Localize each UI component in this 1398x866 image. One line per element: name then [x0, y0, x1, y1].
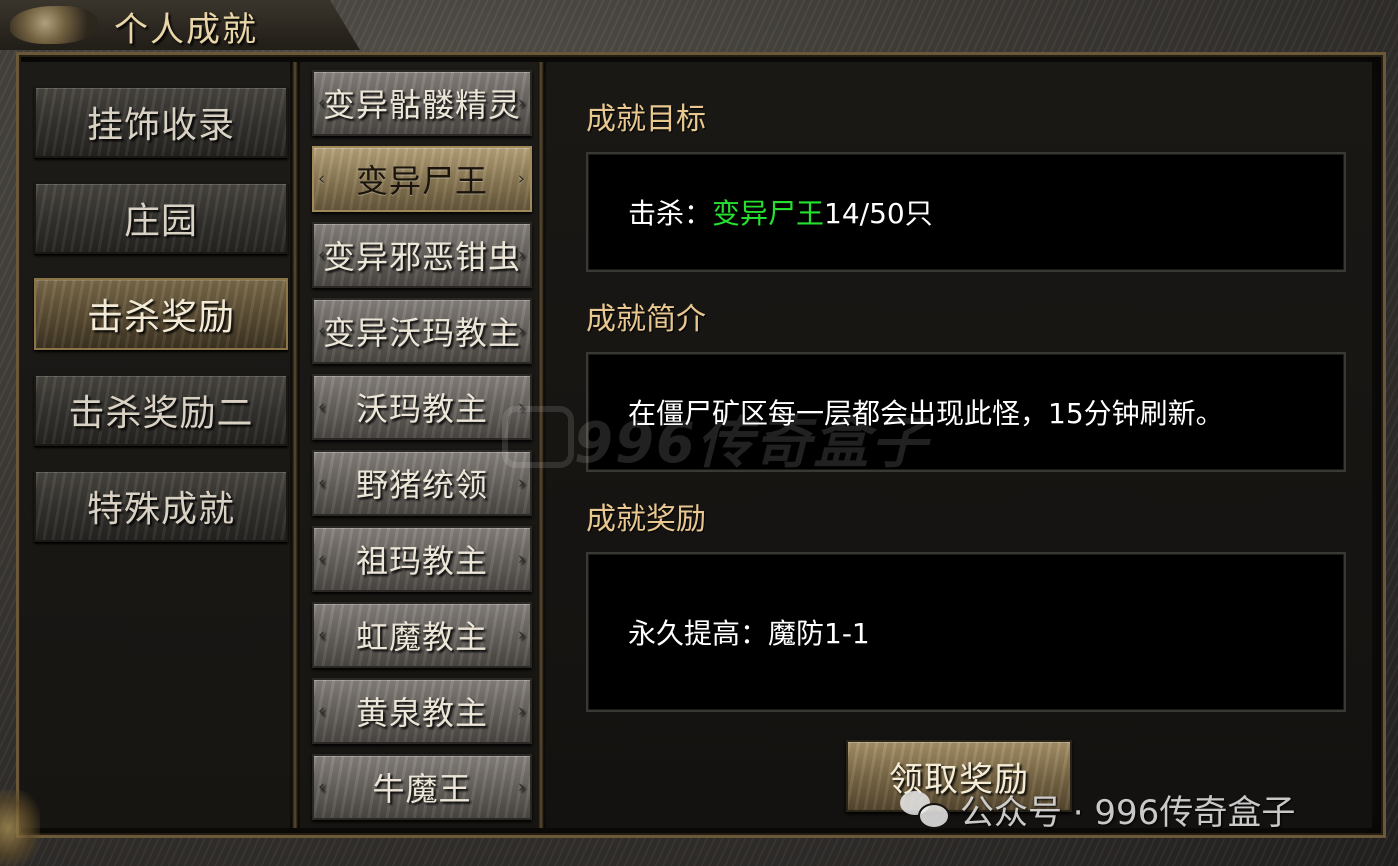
reward-text: 永久提高：魔防1-1 [628, 617, 870, 650]
corner-ornament-icon [0, 790, 40, 866]
reward-box: 永久提高：魔防1-1 [586, 552, 1346, 712]
chevron-right-icon: › [517, 320, 526, 342]
subitem-label: 虹魔教主 [355, 618, 488, 656]
chevron-left-icon: ‹ [318, 472, 327, 494]
chevron-right-icon: › [517, 168, 526, 190]
subitem-button[interactable]: ‹ 黄泉教主 › [312, 678, 532, 744]
chevron-right-icon: › [517, 700, 526, 722]
watermark-bottom-text: 公众号 · 996传奇盒子 [960, 792, 1296, 833]
dragon-emblem-icon [10, 6, 98, 44]
chevron-left-icon: ‹ [318, 92, 327, 114]
category-ornament-collection[interactable]: 挂饰收录 [34, 86, 288, 158]
subitem-button[interactable]: ‹ 沃玛教主 › [312, 374, 532, 440]
subitem-label: 变异沃玛教主 [322, 314, 521, 352]
wechat-icon [900, 789, 950, 829]
chevron-right-icon: › [517, 548, 526, 570]
category-kill-reward-two[interactable]: 击杀奖励二 [34, 374, 288, 446]
watermark-center: 996传奇盒子 [574, 411, 929, 476]
window-title: 个人成就 [114, 10, 258, 50]
watermark-bottom: 公众号 · 996传奇盒子 [900, 786, 1296, 833]
chevron-right-icon: › [517, 244, 526, 266]
subitem-label: 变异邪恶钳虫 [322, 238, 521, 276]
category-kill-reward[interactable]: 击杀奖励 [34, 278, 288, 350]
goal-section-title: 成就目标 [586, 102, 706, 137]
subitem-label: 黄泉教主 [355, 694, 488, 732]
subitem-button[interactable]: ‹ 变异沃玛教主 › [312, 298, 532, 364]
subitem-button[interactable]: ‹ 虹魔教主 › [312, 602, 532, 668]
goal-prefix: 击杀： [628, 197, 713, 230]
subitem-label: 变异骷髅精灵 [322, 86, 521, 124]
chevron-left-icon: ‹ [318, 320, 327, 342]
goal-progress: 14/50只 [824, 197, 933, 230]
subitem-button[interactable]: ‹ 变异骷髅精灵 › [312, 70, 532, 136]
goal-text: 击杀：变异尸王14/50只 [588, 192, 933, 232]
chevron-left-icon: ‹ [318, 700, 327, 722]
subitem-button[interactable]: ‹ 祖玛教主 › [312, 526, 532, 592]
subitem-label: 野猪统领 [355, 466, 488, 504]
subitem-button[interactable]: ‹ 野猪统领 › [312, 450, 532, 516]
category-special[interactable]: 特殊成就 [34, 470, 288, 542]
chevron-left-icon: ‹ [318, 548, 327, 570]
subitem-button[interactable]: ‹ 牛魔王 › [312, 754, 532, 820]
goal-target: 变异尸王 [712, 197, 825, 230]
chevron-right-icon: › [517, 92, 526, 114]
subitem-button-selected[interactable]: ‹ 变异尸王 › [312, 146, 532, 212]
chevron-right-icon: › [517, 776, 526, 798]
subitem-label: 变异尸王 [355, 162, 488, 200]
column-divider [292, 62, 298, 828]
chevron-left-icon: ‹ [318, 168, 327, 190]
category-manor[interactable]: 庄园 [34, 182, 288, 254]
subitem-label: 沃玛教主 [355, 390, 488, 428]
chevron-right-icon: › [517, 624, 526, 646]
chevron-right-icon: › [517, 472, 526, 494]
subitem-label: 牛魔王 [372, 770, 472, 808]
reward-section-title: 成就奖励 [586, 502, 706, 537]
title-bar: 个人成就 [0, 0, 360, 50]
subitem-label: 祖玛教主 [355, 542, 488, 580]
intro-section-title: 成就简介 [586, 302, 706, 337]
chevron-left-icon: ‹ [318, 244, 327, 266]
chevron-left-icon: ‹ [318, 776, 327, 798]
chevron-left-icon: ‹ [318, 396, 327, 418]
watermark-logo-icon [502, 406, 574, 468]
chevron-left-icon: ‹ [318, 624, 327, 646]
subitem-button[interactable]: ‹ 变异邪恶钳虫 › [312, 222, 532, 288]
goal-box: 击杀：变异尸王14/50只 [586, 152, 1346, 272]
